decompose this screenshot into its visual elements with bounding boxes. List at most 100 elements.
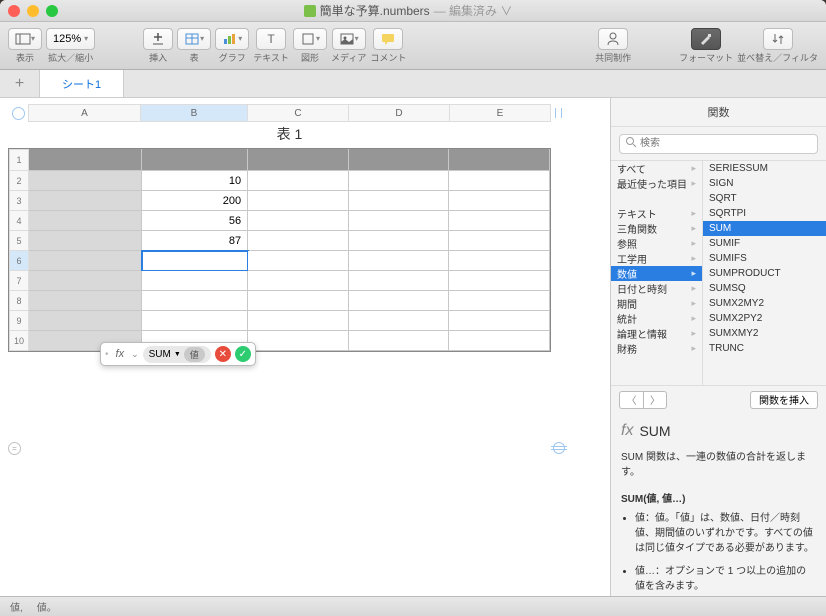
cell-b2[interactable]: 10: [142, 171, 249, 191]
cell-d1[interactable]: [349, 149, 450, 171]
cell-d8[interactable]: [349, 291, 450, 311]
view-button[interactable]: ▾: [8, 28, 42, 50]
cell-b9[interactable]: [142, 311, 249, 331]
category-item[interactable]: 参照▸: [611, 236, 702, 251]
category-item[interactable]: すべて▸: [611, 161, 702, 176]
row-header-6[interactable]: 6: [9, 251, 29, 271]
cell-d5[interactable]: [349, 231, 450, 251]
cell-e2[interactable]: [449, 171, 550, 191]
sort-filter-button[interactable]: [763, 28, 793, 50]
function-item[interactable]: SERIESSUM: [703, 161, 826, 176]
cell-e8[interactable]: [449, 291, 550, 311]
cell-e6[interactable]: [449, 251, 550, 271]
category-item[interactable]: 数値▸: [611, 266, 702, 281]
comment-button[interactable]: [373, 28, 403, 50]
cell-a6[interactable]: [29, 251, 142, 271]
category-item[interactable]: 統計▸: [611, 311, 702, 326]
category-item[interactable]: 日付と時刻▸: [611, 281, 702, 296]
function-item[interactable]: SQRT: [703, 191, 826, 206]
cell-a7[interactable]: [29, 271, 142, 291]
function-item[interactable]: TRUNC: [703, 341, 826, 356]
cell-d10[interactable]: [349, 331, 450, 351]
text-button[interactable]: T: [256, 28, 286, 50]
function-item[interactable]: SUMSQ: [703, 281, 826, 296]
cell-d3[interactable]: [349, 191, 450, 211]
cell-c6[interactable]: [248, 251, 349, 271]
format-button[interactable]: [691, 28, 721, 50]
function-item[interactable]: SIGN: [703, 176, 826, 191]
chart-button[interactable]: ▾: [215, 28, 249, 50]
cell-d6[interactable]: [349, 251, 450, 271]
document-status[interactable]: — 編集済み ∨: [434, 2, 513, 19]
formula-editor[interactable]: • fx ⌄ SUM ▼ 値 ✕ ✓: [100, 342, 256, 366]
cell-a5[interactable]: [29, 231, 142, 251]
cell-b4[interactable]: 56: [142, 211, 249, 231]
function-item[interactable]: SUMIF: [703, 236, 826, 251]
category-item[interactable]: 財務▸: [611, 341, 702, 356]
function-item[interactable]: SUMPRODUCT: [703, 266, 826, 281]
cell-c7[interactable]: [248, 271, 349, 291]
cell-b1[interactable]: [142, 149, 249, 171]
spreadsheet-canvas[interactable]: A B C D E 表 1 1 210 3200 456 587 6 7 8: [0, 98, 610, 596]
row-header-2[interactable]: 2: [9, 171, 29, 191]
function-item[interactable]: SUMIFS: [703, 251, 826, 266]
cell-e3[interactable]: [449, 191, 550, 211]
cell-a8[interactable]: [29, 291, 142, 311]
row-header-10[interactable]: 10: [9, 331, 29, 351]
cell-a9[interactable]: [29, 311, 142, 331]
cell-a3[interactable]: [29, 191, 142, 211]
category-item[interactable]: 最近使った項目▸: [611, 176, 702, 191]
cell-c1[interactable]: [248, 149, 349, 171]
close-window-button[interactable]: [8, 5, 20, 17]
category-item[interactable]: 期間▸: [611, 296, 702, 311]
function-item[interactable]: SUMX2MY2: [703, 296, 826, 311]
cell-a1[interactable]: [29, 149, 142, 171]
sheet-tab-1[interactable]: シート1: [40, 70, 124, 97]
category-item[interactable]: テキスト▸: [611, 206, 702, 221]
cell-c2[interactable]: [248, 171, 349, 191]
function-item[interactable]: SUMXMY2: [703, 326, 826, 341]
cell-d2[interactable]: [349, 171, 450, 191]
row-header-8[interactable]: 8: [9, 291, 29, 311]
media-button[interactable]: ▾: [332, 28, 366, 50]
row-header-9[interactable]: 9: [9, 311, 29, 331]
function-list[interactable]: SERIESSUMSIGNSQRTSQRTPISUMSUMIFSUMIFSSUM…: [703, 161, 826, 385]
nav-back-button[interactable]: 〈: [619, 391, 643, 409]
cell-b7[interactable]: [142, 271, 249, 291]
category-item[interactable]: 三角関数▸: [611, 221, 702, 236]
nav-forward-button[interactable]: 〉: [643, 391, 667, 409]
table-button[interactable]: ▾: [177, 28, 211, 50]
cell-d4[interactable]: [349, 211, 450, 231]
col-header-e[interactable]: E: [450, 104, 551, 122]
table-origin-handle[interactable]: [8, 104, 28, 122]
minimize-window-button[interactable]: [27, 5, 39, 17]
formula-function-token[interactable]: SUM ▼ 値: [143, 346, 211, 363]
cell-b3[interactable]: 200: [142, 191, 249, 211]
row-header-7[interactable]: 7: [9, 271, 29, 291]
cell-d7[interactable]: [349, 271, 450, 291]
cell-e9[interactable]: [449, 311, 550, 331]
function-categories[interactable]: すべて▸最近使った項目▸ テキスト▸三角関数▸参照▸工学用▸数値▸日付と時刻▸期間…: [611, 161, 703, 385]
category-item[interactable]: 工学用▸: [611, 251, 702, 266]
insert-button[interactable]: [143, 28, 173, 50]
col-header-d[interactable]: D: [349, 104, 450, 122]
col-header-b[interactable]: B: [141, 104, 248, 122]
cell-a4[interactable]: [29, 211, 142, 231]
zoom-window-button[interactable]: [46, 5, 58, 17]
cell-e5[interactable]: [449, 231, 550, 251]
cell-c9[interactable]: [248, 311, 349, 331]
add-column-handle[interactable]: [551, 104, 565, 122]
cell-b5[interactable]: 87: [142, 231, 249, 251]
insert-function-button[interactable]: 関数を挿入: [750, 391, 818, 409]
cancel-formula-button[interactable]: ✕: [215, 346, 231, 362]
cell-c8[interactable]: [248, 291, 349, 311]
add-row-handle[interactable]: =: [8, 442, 21, 455]
function-search-input[interactable]: [619, 134, 818, 154]
col-header-c[interactable]: C: [248, 104, 349, 122]
category-item[interactable]: [611, 191, 702, 206]
cell-e7[interactable]: [449, 271, 550, 291]
cell-e10[interactable]: [449, 331, 550, 351]
add-sheet-button[interactable]: +: [0, 70, 40, 97]
cell-c5[interactable]: [248, 231, 349, 251]
function-item[interactable]: SUM: [703, 221, 826, 236]
